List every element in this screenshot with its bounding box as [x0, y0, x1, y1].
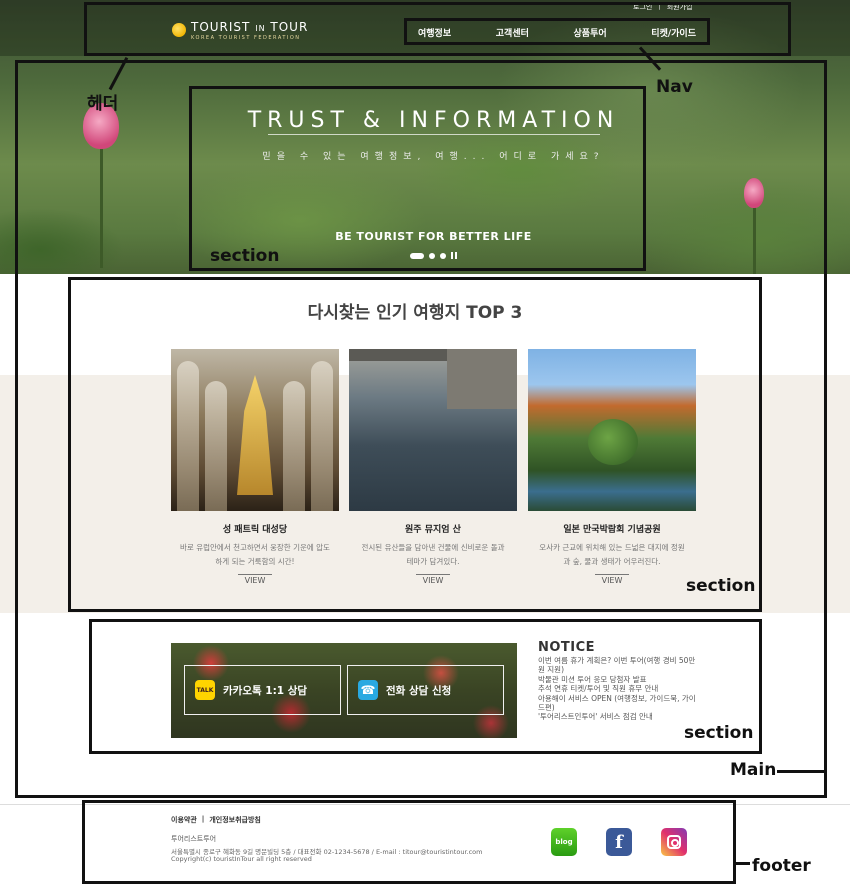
annotation-main: Main — [730, 760, 777, 780]
annotation-section: section — [210, 246, 280, 266]
section-outline-hero — [189, 86, 646, 271]
section-outline-top3 — [68, 277, 762, 612]
footer-outline — [82, 800, 736, 884]
nav-outline — [404, 18, 710, 45]
annotation-footer: footer — [752, 856, 811, 876]
footer-callout-line — [736, 862, 750, 865]
annotation-section: section — [684, 723, 754, 743]
annotation-section: section — [686, 576, 756, 596]
main-callout-line — [777, 770, 827, 773]
annotation-nav: Nav — [656, 77, 693, 97]
section-outline-consult — [89, 619, 762, 754]
annotation-header: 헤더 — [87, 94, 119, 114]
